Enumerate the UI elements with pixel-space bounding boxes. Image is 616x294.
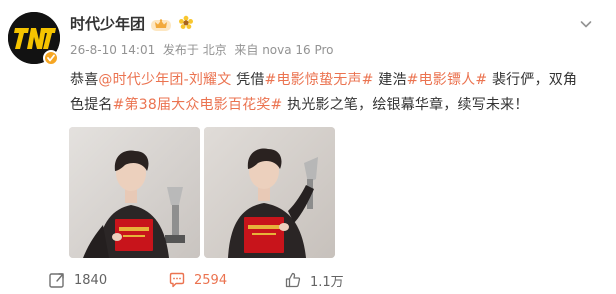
post-image[interactable]: [204, 127, 335, 258]
hashtag-link[interactable]: #电影镖人#: [407, 72, 488, 88]
hashtag-link[interactable]: #第38届大众电影百花奖#: [113, 97, 283, 113]
comment-button[interactable]: 2594: [168, 270, 227, 290]
source-device: 来自 nova 16 Pro: [234, 43, 334, 57]
repost-button[interactable]: 1840: [48, 270, 107, 290]
like-count: 1.1万: [310, 274, 344, 290]
sunflower-badge-icon[interactable]: [178, 15, 194, 31]
post-image[interactable]: [69, 127, 200, 258]
post-text-line-2: 色提名#第38届大众电影百花奖# 执光影之笔，绘银幕华章，续写未来！: [70, 97, 529, 113]
post-text-line-1: 恭喜@时代少年团-刘耀文 凭借#电影惊蛰无声# 建浩#电影镖人# 裴行俨，双角: [70, 72, 578, 88]
like-button[interactable]: 1.1万: [284, 270, 344, 290]
comment-count: 2594: [194, 272, 228, 288]
comment-icon: [169, 272, 185, 288]
action-bar: 1840 2594 1.1万: [0, 266, 616, 294]
username[interactable]: 时代少年团: [70, 14, 145, 34]
post-meta: 26-8-10 14:01 发布于 北京 来自 nova 16 Pro: [70, 42, 334, 58]
mention-link[interactable]: @时代少年团-刘耀文: [98, 72, 231, 88]
repost-icon: [49, 273, 64, 288]
chevron-down-icon[interactable]: [578, 16, 594, 32]
timestamp[interactable]: 26-8-10 14:01: [70, 43, 155, 57]
verified-badge-icon: [43, 50, 59, 66]
repost-count: 1840: [74, 272, 108, 288]
location: 发布于 北京: [162, 43, 227, 57]
crown-badge-icon[interactable]: [150, 16, 172, 32]
weibo-post: 时代少年团 26-8-10 14:01 发布于 北京 来自 nova 16 Pr…: [0, 0, 616, 294]
like-icon: [285, 272, 301, 288]
post-text: 恭喜@时代少年团-刘耀文 凭借#电影惊蛰无声# 建浩#电影镖人# 裴行俨，双角 …: [70, 68, 606, 118]
hashtag-link[interactable]: #电影惊蛰无声#: [265, 72, 374, 88]
